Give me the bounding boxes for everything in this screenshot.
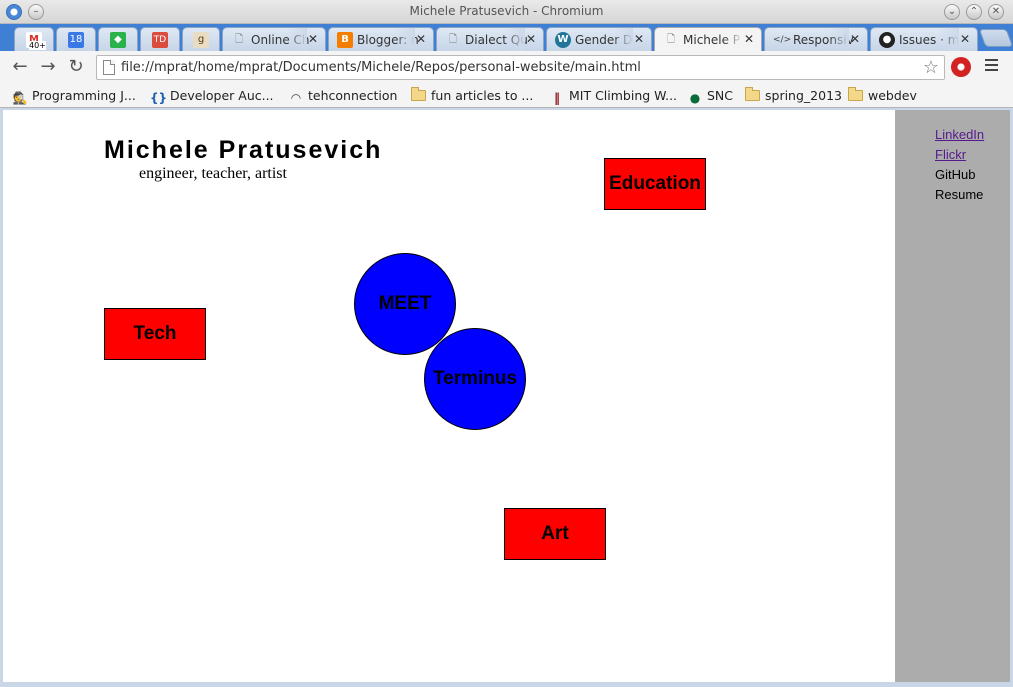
- terminus-circle[interactable]: Terminus: [424, 328, 526, 430]
- github-link[interactable]: GitHub: [935, 167, 975, 182]
- close-window-button[interactable]: ✕: [988, 4, 1004, 20]
- url-text[interactable]: file://mprat/home/mprat/Documents/Michel…: [121, 60, 641, 75]
- close-tab-icon[interactable]: ✕: [960, 32, 970, 46]
- page-icon: 🗋: [234, 34, 244, 45]
- linkedin-link[interactable]: LinkedIn: [935, 127, 984, 142]
- resume-link[interactable]: Resume: [935, 187, 983, 202]
- bookmark-star-icon[interactable]: ☆: [923, 57, 939, 78]
- tab-strip: M 40+ 18 ◆ TD g 🗋 Online Ch ✕ B Blogger:…: [0, 24, 1013, 52]
- window-title: Michele Pratusevich - Chromium: [409, 4, 604, 18]
- education-box[interactable]: Education: [604, 158, 706, 210]
- tab-online-ch[interactable]: 🗋 Online Ch ✕: [222, 27, 326, 51]
- snc-icon: ●: [689, 91, 701, 105]
- tab-michele-p[interactable]: 🗋 Michele P ✕: [654, 27, 762, 52]
- wifi-icon: ◠: [290, 91, 302, 105]
- spy-icon: 🕵: [12, 91, 28, 105]
- menu-icon[interactable]: [985, 59, 998, 73]
- github-icon: ●: [879, 32, 895, 48]
- art-box[interactable]: Art: [504, 508, 606, 560]
- page-title: Michele Pratusevich: [104, 136, 383, 164]
- bookmark-developer[interactable]: {} Developer Auc...: [150, 88, 274, 106]
- tab-issues[interactable]: ● Issues · m ✕: [870, 27, 978, 51]
- tech-box[interactable]: Tech: [104, 308, 206, 360]
- extension-icon[interactable]: [951, 57, 971, 77]
- bookmark-snc[interactable]: ● SNC: [687, 88, 733, 106]
- close-tab-icon[interactable]: ✕: [634, 32, 644, 46]
- close-tab-icon[interactable]: ✕: [526, 32, 536, 46]
- calendar-icon: 18: [68, 32, 84, 48]
- page-icon: [103, 60, 115, 75]
- feedly-icon: ◆: [110, 32, 126, 48]
- sidebar: LinkedIn Flickr GitHub Resume: [895, 110, 1010, 682]
- new-tab-button[interactable]: [978, 29, 1013, 47]
- blogger-icon: B: [337, 32, 353, 48]
- bookmark-programming[interactable]: 🕵 Programming J...: [12, 88, 136, 106]
- browser-toolbar: ← → ↻ file://mprat/home/mprat/Documents/…: [0, 51, 1013, 84]
- bookmark-mit-climbing[interactable]: ‖ MIT Climbing W...: [549, 88, 677, 106]
- reload-icon[interactable]: ↻: [66, 57, 86, 77]
- bookmarks-bar: 🕵 Programming J... {} Developer Auc... ◠ te…: [0, 84, 1013, 108]
- tab-todoist[interactable]: TD: [140, 27, 180, 51]
- close-tab-icon[interactable]: ✕: [416, 32, 426, 46]
- page-icon: 🗋: [666, 34, 676, 45]
- page-viewport: Michele Pratusevich engineer, teacher, a…: [3, 110, 1010, 682]
- wordpress-icon: W: [555, 32, 571, 48]
- window-title-bar: – Michele Pratusevich - Chromium ⌄ ⌃ ✕: [0, 0, 1013, 24]
- address-bar[interactable]: file://mprat/home/mprat/Documents/Michel…: [96, 55, 945, 80]
- back-arrow-icon[interactable]: ←: [10, 57, 30, 77]
- forward-arrow-icon[interactable]: →: [38, 57, 58, 77]
- page-icon: 🗋: [448, 34, 458, 45]
- bookmark-spring-2013[interactable]: spring_2013: [745, 87, 842, 106]
- window-bottom-border: [0, 682, 1013, 687]
- folder-icon: [411, 87, 426, 101]
- bookmark-tehconnection[interactable]: ◠ tehconnection: [288, 88, 398, 106]
- tab-goodreads[interactable]: g: [182, 27, 220, 51]
- tab-dialect-qu[interactable]: 🗋 Dialect Qu ✕: [436, 27, 544, 51]
- tab-gender-d[interactable]: W Gender D ✕: [546, 27, 652, 51]
- code-icon: </>: [773, 35, 792, 45]
- folder-icon: [848, 87, 863, 101]
- mit-icon: ‖: [554, 91, 560, 105]
- braces-icon: {}: [150, 91, 168, 105]
- bookmark-fun-articles[interactable]: fun articles to ...: [411, 87, 533, 106]
- goodreads-icon: g: [193, 32, 209, 48]
- tab-blogger[interactable]: B Blogger: n ✕: [328, 27, 434, 51]
- folder-icon: [745, 87, 760, 101]
- close-tab-icon[interactable]: ✕: [744, 32, 754, 46]
- unread-badge: 40+: [29, 41, 46, 50]
- bookmark-webdev[interactable]: webdev: [848, 87, 917, 106]
- flickr-link[interactable]: Flickr: [935, 147, 966, 162]
- minimize-button[interactable]: ⌄: [944, 4, 960, 20]
- close-tab-icon[interactable]: ✕: [308, 32, 318, 46]
- maximize-button[interactable]: ⌃: [966, 4, 982, 20]
- tab-responsiv[interactable]: </> Responsiv ✕: [764, 27, 868, 51]
- tab-gmail[interactable]: M 40+: [14, 27, 54, 51]
- page-subtitle: engineer, teacher, artist: [139, 165, 287, 182]
- tab-feedly[interactable]: ◆: [98, 27, 138, 51]
- tab-calendar[interactable]: 18: [56, 27, 96, 51]
- close-tab-icon[interactable]: ✕: [850, 32, 860, 46]
- todoist-icon: TD: [152, 32, 168, 48]
